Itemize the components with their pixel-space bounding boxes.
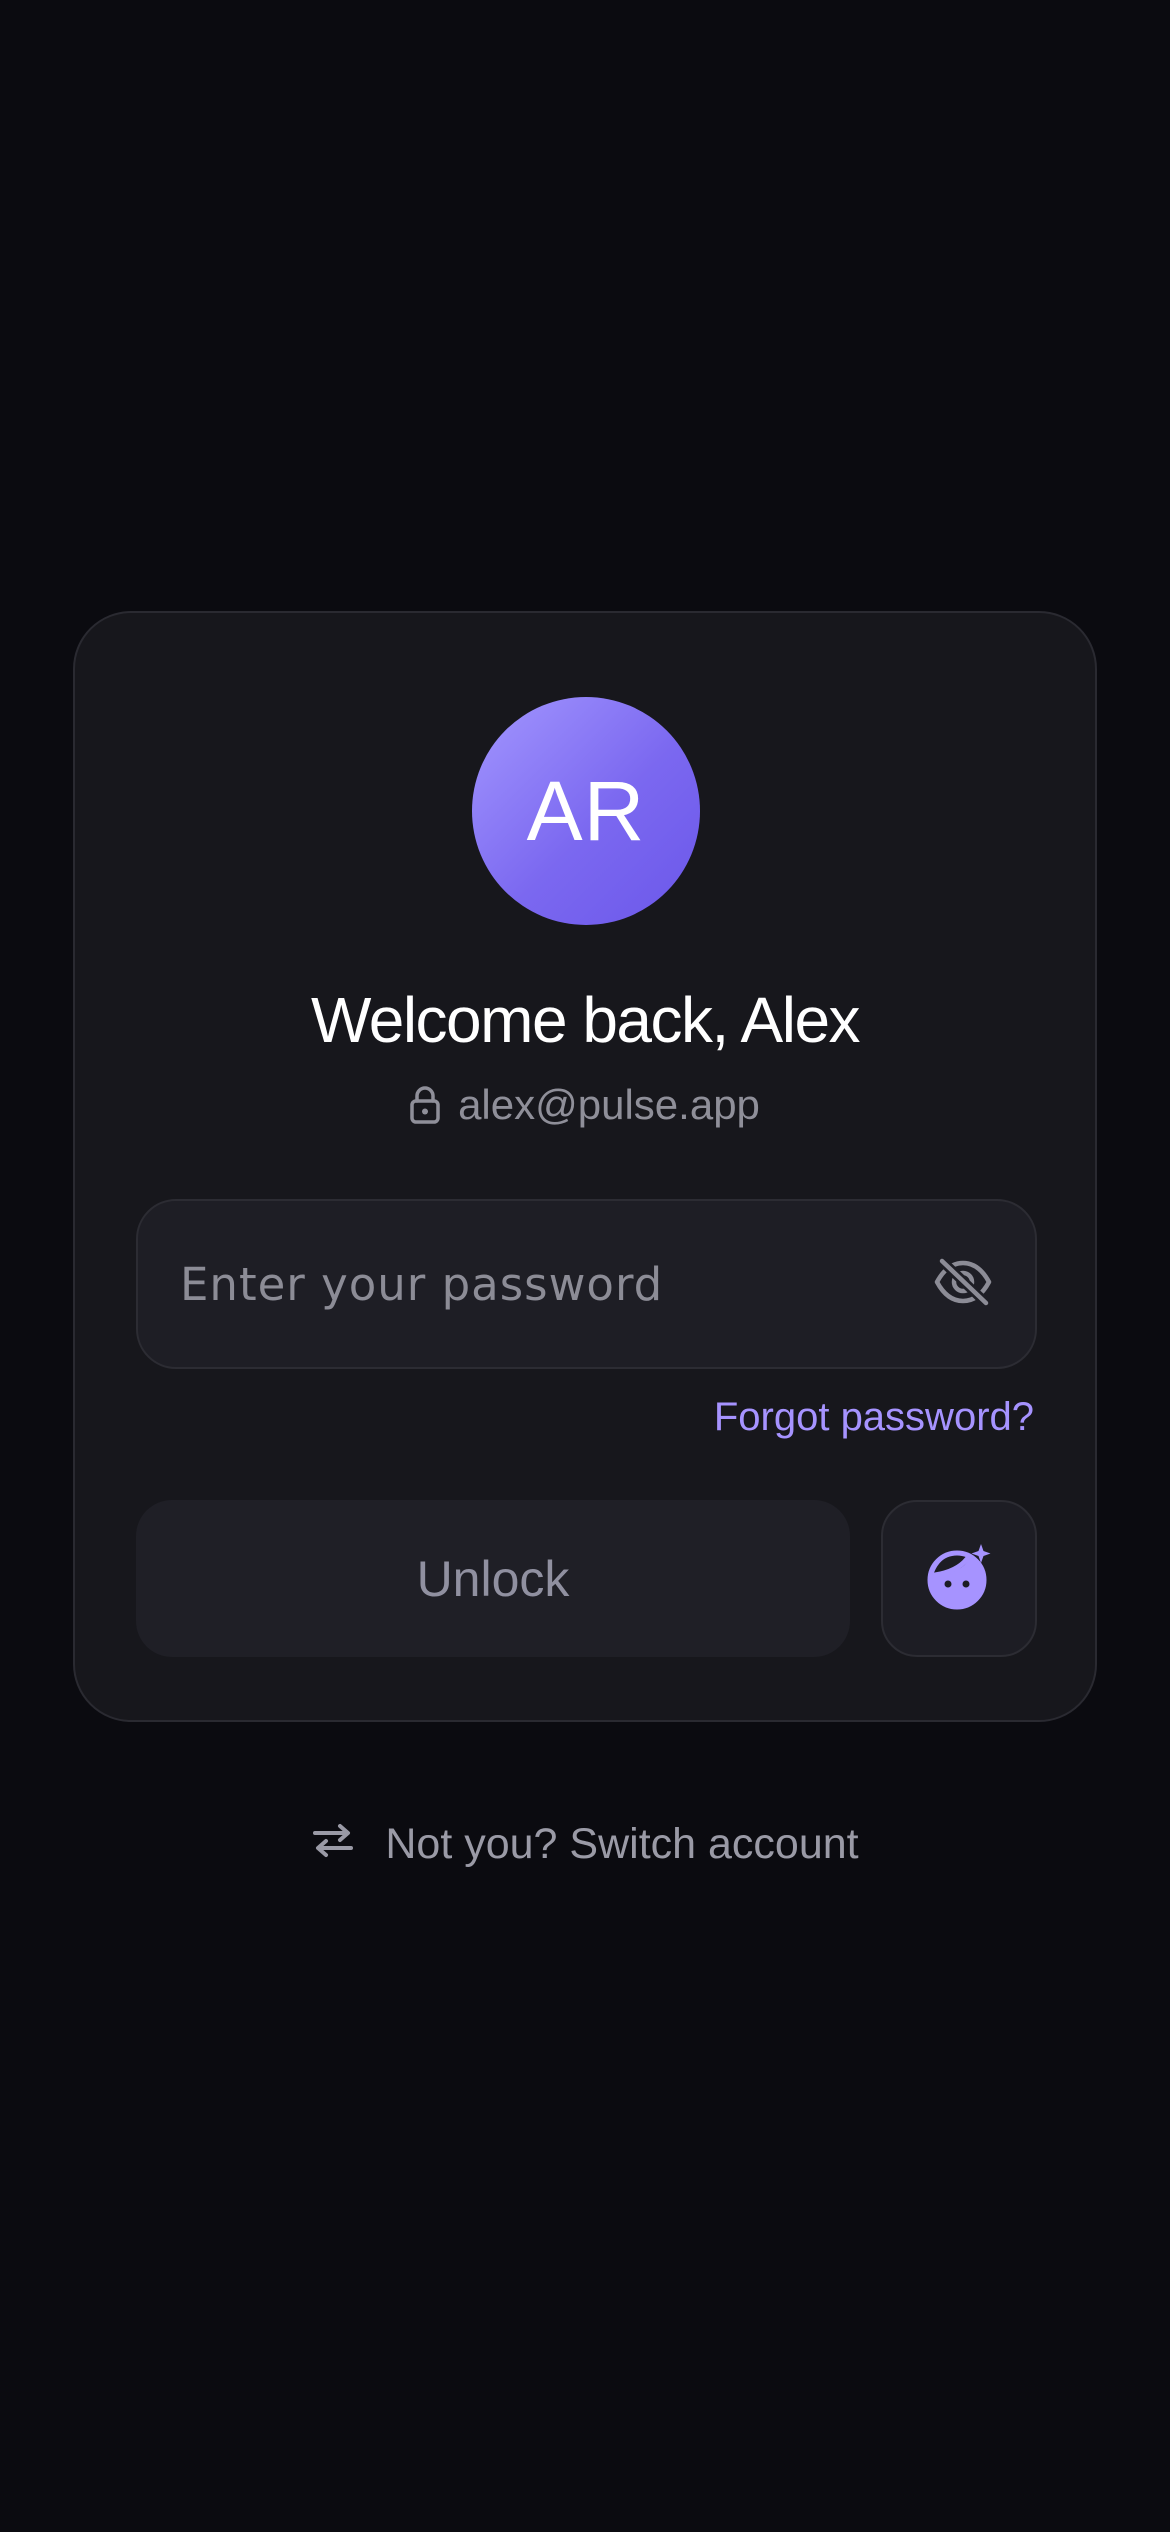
password-visibility-toggle[interactable] <box>933 1254 993 1314</box>
face-unlock-button[interactable] <box>881 1500 1037 1657</box>
switch-account-link[interactable]: Not you? Switch account <box>0 1820 1170 1869</box>
swap-arrows-icon <box>311 1820 355 1869</box>
lock-screen: AR Welcome back, Alex alex@pulse.app For… <box>0 0 1170 2532</box>
password-input[interactable] <box>180 1201 880 1367</box>
avatar-initials: AR <box>526 763 646 858</box>
eye-off-icon <box>934 1255 992 1312</box>
account-email: alex@pulse.app <box>458 1081 760 1128</box>
unlock-button[interactable]: Unlock <box>136 1500 850 1657</box>
unlock-button-label: Unlock <box>416 1550 570 1607</box>
account-email-row: alex@pulse.app <box>75 1081 1095 1129</box>
password-field <box>136 1199 1037 1369</box>
avatar: AR <box>472 697 700 925</box>
welcome-title: Welcome back, Alex <box>310 984 861 1056</box>
lock-icon <box>410 1086 440 1124</box>
forgot-password-link[interactable]: Forgot password? <box>714 1395 1034 1440</box>
unlock-card: AR Welcome back, Alex alex@pulse.app For… <box>73 611 1097 1722</box>
switch-account-label: Not you? Switch account <box>385 1820 859 1868</box>
face-id-icon <box>925 1542 993 1615</box>
